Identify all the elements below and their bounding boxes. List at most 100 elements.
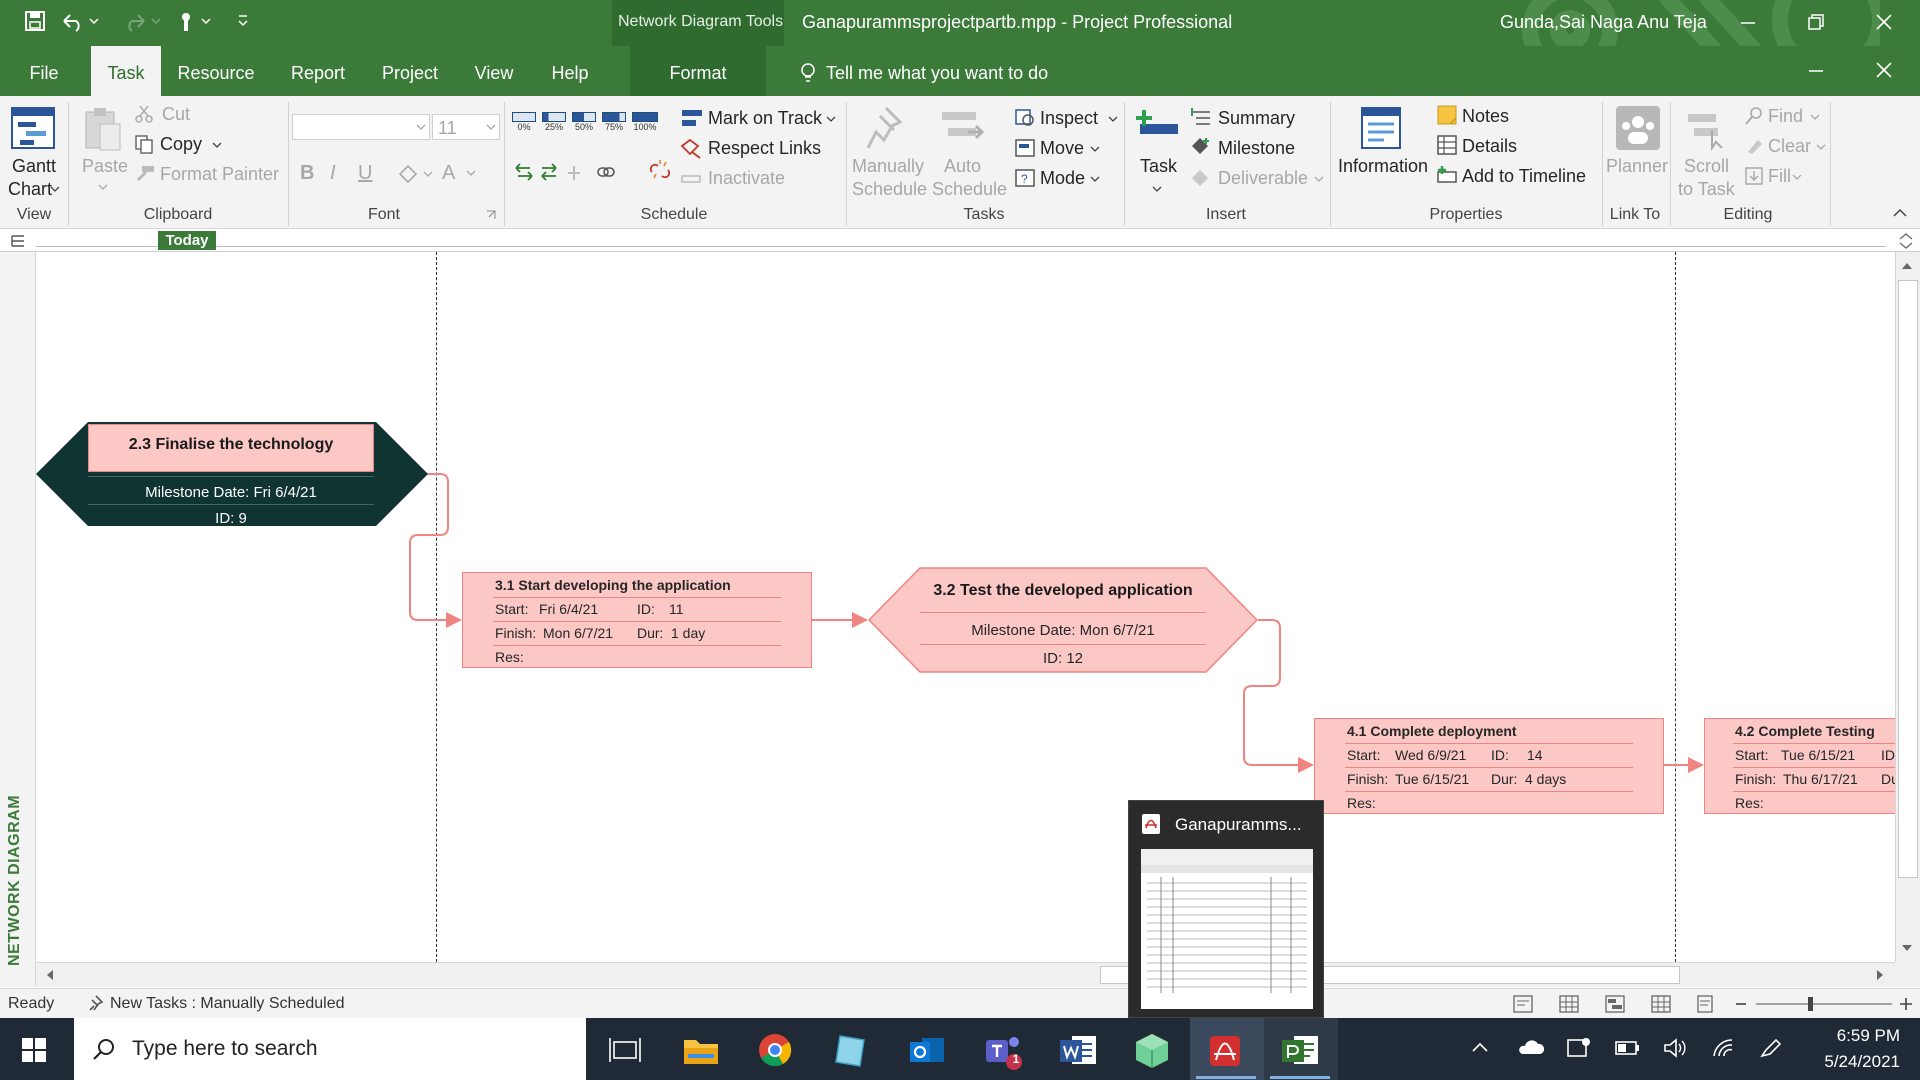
word-icon[interactable]	[1048, 1026, 1108, 1072]
collapse-ribbon-icon[interactable]	[1892, 206, 1908, 220]
clock-date[interactable]: 5/24/2021	[1796, 1052, 1900, 1072]
scroll-down-icon[interactable]	[1900, 942, 1914, 954]
scroll-up-icon[interactable]	[1900, 260, 1914, 272]
fill-label[interactable]: Fill	[1768, 166, 1791, 187]
minimize-icon[interactable]	[1738, 12, 1758, 32]
vertical-scroll-thumb[interactable]	[1898, 280, 1918, 878]
taskbar-search-placeholder[interactable]: Type here to search	[132, 1037, 318, 1061]
task-node-9[interactable]: 2.3 Finalise the technology Milestone Da…	[36, 420, 428, 528]
pct-75-button[interactable]: 75%	[602, 112, 626, 134]
chevron-down-icon[interactable]	[416, 122, 426, 132]
font-color-button[interactable]: A	[442, 162, 455, 185]
tab-task[interactable]: Task	[91, 46, 161, 96]
chevron-down-icon[interactable]	[826, 114, 836, 124]
italic-button[interactable]: I	[330, 162, 336, 185]
details-icon[interactable]	[1436, 134, 1458, 156]
inspect-label[interactable]: Inspect	[1040, 108, 1098, 129]
respect-links-label[interactable]: Respect Links	[708, 138, 821, 159]
zoom-slider[interactable]	[1732, 993, 1914, 1015]
find-icon[interactable]	[1744, 106, 1764, 126]
pen-icon[interactable]	[1758, 1036, 1784, 1060]
auto-schedule-label[interactable]: Schedule	[932, 179, 1007, 200]
gantt-chart-label[interactable]: Gantt	[12, 156, 56, 177]
customize-qat-icon[interactable]	[236, 12, 250, 30]
chevron-down-icon[interactable]	[212, 140, 222, 150]
font-name-box[interactable]	[292, 114, 430, 140]
respect-links-icon[interactable]	[680, 138, 704, 160]
tab-resource[interactable]: Resource	[172, 46, 260, 96]
insert-task-icon[interactable]	[1134, 106, 1182, 146]
save-icon[interactable]	[24, 10, 46, 32]
underline-button[interactable]: U	[358, 162, 372, 185]
information-icon[interactable]	[1360, 106, 1402, 152]
outlook-icon[interactable]	[896, 1026, 956, 1072]
battery-icon[interactable]	[1614, 1038, 1642, 1058]
close-document-icon[interactable]	[1874, 60, 1894, 80]
mark-on-track-label[interactable]: Mark on Track	[708, 108, 822, 129]
view-shortcut-icons[interactable]	[1512, 993, 1732, 1015]
onedrive-icon[interactable]	[1516, 1036, 1544, 1060]
add-to-timeline-label[interactable]: Add to Timeline	[1462, 166, 1586, 187]
task-node-12[interactable]: 3.2 Test the developed application Miles…	[868, 566, 1258, 674]
paste-icon[interactable]	[82, 104, 122, 154]
cut-label[interactable]: Cut	[162, 104, 190, 125]
task-node-14[interactable]: 4.1 Complete deployment Start: Wed 6/9/2…	[1314, 718, 1664, 814]
task-node-11[interactable]: 3.1 Start developing the application Sta…	[462, 572, 812, 668]
chevron-down-icon[interactable]	[1816, 142, 1826, 152]
add-to-timeline-icon[interactable]	[1436, 164, 1458, 186]
chevron-down-icon[interactable]	[50, 184, 60, 194]
pct-100-button[interactable]: 100%	[632, 112, 658, 134]
insert-task-label[interactable]: Task	[1140, 156, 1177, 177]
scroll-label[interactable]: Scroll	[1684, 156, 1729, 177]
planner-label[interactable]: Planner	[1606, 156, 1668, 177]
manually-label[interactable]: Manually	[852, 156, 924, 177]
tab-project[interactable]: Project	[372, 46, 448, 96]
tab-report[interactable]: Report	[280, 46, 356, 96]
details-label[interactable]: Details	[1462, 136, 1517, 157]
scroll-left-icon[interactable]	[44, 968, 56, 982]
redo-icon[interactable]	[124, 10, 164, 32]
auto-label[interactable]: Auto	[944, 156, 981, 177]
milestone-icon[interactable]	[1190, 136, 1214, 158]
scroll-to-task-icon[interactable]	[1686, 108, 1726, 152]
move-icon[interactable]	[1014, 138, 1036, 158]
tray-expand-icon[interactable]	[1470, 1038, 1490, 1058]
volume-icon[interactable]	[1662, 1036, 1688, 1060]
pushpin-icon[interactable]	[864, 104, 908, 152]
milestone-label[interactable]: Milestone	[1218, 138, 1295, 159]
project-icon[interactable]	[1270, 1026, 1330, 1072]
file-explorer-icon[interactable]	[670, 1026, 730, 1072]
pct-0-button[interactable]: 0%	[512, 112, 536, 134]
3d-app-icon[interactable]	[1122, 1026, 1182, 1072]
auto-schedule-icon[interactable]	[940, 106, 984, 150]
fill-icon[interactable]	[1744, 166, 1764, 186]
tell-me-search[interactable]: Tell me what you want to do	[826, 46, 1066, 96]
chevron-down-icon[interactable]	[1810, 112, 1820, 122]
clear-icon[interactable]	[1744, 136, 1764, 156]
chevron-down-icon[interactable]	[1152, 184, 1162, 194]
ribbon-minimize-icon[interactable]	[1806, 60, 1826, 80]
restore-icon[interactable]	[1806, 12, 1826, 32]
outdent-indent-link-icons[interactable]	[512, 160, 622, 186]
bold-button[interactable]: B	[300, 162, 314, 185]
chevron-down-icon[interactable]	[1314, 174, 1324, 184]
gantt-chart-icon[interactable]	[10, 106, 56, 152]
find-label[interactable]: Find	[1768, 106, 1803, 127]
tab-help[interactable]: Help	[540, 46, 600, 96]
chevron-down-icon[interactable]	[1792, 172, 1802, 182]
dialog-launcher-icon[interactable]	[486, 210, 496, 220]
mode-icon[interactable]: ?	[1014, 168, 1036, 188]
user-name[interactable]: Gunda,Sai Naga Anu Teja	[1500, 12, 1707, 33]
gantt-chart-label2[interactable]: Chart	[8, 179, 52, 200]
information-label[interactable]: Information	[1338, 156, 1428, 177]
new-tasks-mode[interactable]: New Tasks : Manually Scheduled	[110, 995, 345, 1013]
windows-start-icon[interactable]	[22, 1038, 46, 1062]
task-node-15[interactable]: 4.2 Complete Testing Start: Tue 6/15/21 …	[1704, 718, 1895, 814]
notes-icon[interactable]	[1436, 104, 1458, 126]
task-view-icon[interactable]	[594, 1026, 654, 1072]
undo-icon[interactable]	[60, 10, 100, 32]
chevron-down-icon[interactable]	[1108, 114, 1118, 124]
touch-mode-icon[interactable]	[176, 10, 216, 32]
move-label[interactable]: Move	[1040, 138, 1084, 159]
clear-label[interactable]: Clear	[1768, 136, 1811, 157]
